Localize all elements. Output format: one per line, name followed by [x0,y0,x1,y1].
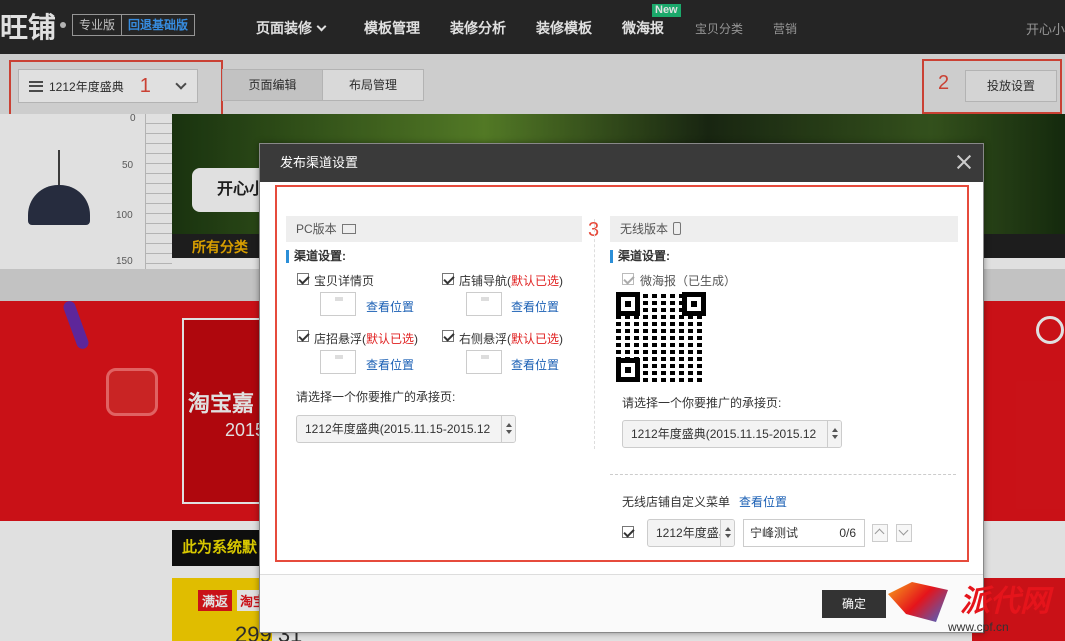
spinner-icon [501,416,515,442]
mobile-version-header: 无线版本 [610,216,958,242]
pc-detail-page-checkbox[interactable] [297,273,309,285]
close-icon[interactable] [957,155,971,169]
pc-version-header: PC版本 [286,216,582,242]
pc-right-float-checkbox[interactable] [442,330,454,342]
view-position-link[interactable]: 查看位置 [511,298,559,315]
position-thumb [320,292,356,316]
monitor-icon [342,224,356,234]
move-down-button[interactable] [896,524,912,542]
pc-channel-label: 渠道设置: [286,250,346,263]
qr-finder [682,292,706,316]
position-thumb [466,292,502,316]
dialog-title: 发布渠道设置 [280,155,358,170]
pc-landing-select[interactable]: 1212年度盛典(2015.11.15-2015.12 [296,415,516,443]
menu-view-position-link[interactable]: 查看位置 [739,493,787,510]
mobile-channel-label: 渠道设置: [610,250,670,263]
view-position-link[interactable]: 查看位置 [366,298,414,315]
section-divider [610,474,956,475]
publish-channel-dialog: 发布渠道设置 3 PC版本 渠道设置: 宝贝详情页 查看位置 店铺导航(默认已选… [259,143,984,633]
watermark-url: www.cpf.cn [948,620,1009,634]
mobile-landing-label: 请选择一个你要推广的承接页: [622,394,781,411]
menu-name-input[interactable]: 宁峰测试 0/6 [743,519,865,547]
char-counter: 0/6 [839,520,856,546]
custom-menu-checkbox[interactable] [622,526,634,538]
move-up-button[interactable] [872,524,888,542]
qr-finder [616,358,640,382]
dialog-header: 发布渠道设置 [260,144,983,182]
confirm-button[interactable]: 确定 [822,590,886,618]
pc-shop-nav-checkbox[interactable] [442,273,454,285]
column-divider [594,219,595,449]
position-thumb [320,350,356,374]
pc-detail-page-label: 宝贝详情页 [314,272,374,289]
pc-landing-label: 请选择一个你要推广的承接页: [296,388,455,405]
position-thumb [466,350,502,374]
micro-poster-checkbox[interactable] [622,273,634,285]
spinner-icon [827,421,841,447]
view-position-link[interactable]: 查看位置 [366,356,414,373]
pc-shop-nav-label: 店铺导航(默认已选) [459,272,563,289]
pc-header-float-checkbox[interactable] [297,330,309,342]
qr-finder [616,292,640,316]
pc-header-float-label: 店招悬浮(默认已选) [314,330,418,347]
phone-icon [673,222,681,235]
qr-code [616,292,706,382]
custom-menu-select[interactable]: 1212年度盛典 [647,519,735,547]
mobile-landing-select[interactable]: 1212年度盛典(2015.11.15-2015.12 [622,420,842,448]
custom-menu-label: 无线店铺自定义菜单 [622,493,730,510]
watermark-brand: 派代网 [960,576,1050,620]
pc-right-float-label: 右侧悬浮(默认已选) [459,330,563,347]
view-position-link[interactable]: 查看位置 [511,356,559,373]
micro-poster-label: 微海报（已生成） [640,272,736,289]
spinner-icon [720,520,734,546]
